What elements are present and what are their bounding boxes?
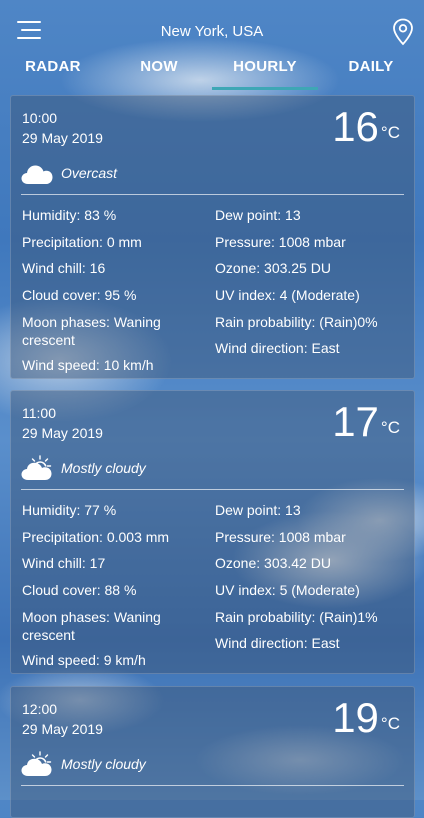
dew-point: Dew point: 13 xyxy=(215,207,301,223)
divider xyxy=(21,194,404,195)
moon-phase: Moon phases: Waning crescent xyxy=(22,314,161,348)
wind-speed: Wind speed: 10 km/h xyxy=(22,357,154,373)
temperature-value: 16 xyxy=(332,103,379,150)
forecast-time: 12:00 xyxy=(22,701,58,717)
temperature: 17 °C xyxy=(332,397,400,447)
location-title: New York, USA xyxy=(160,23,264,40)
pressure: Pressure: 1008 mbar xyxy=(215,234,346,250)
tab-now[interactable]: NOW xyxy=(106,58,212,86)
tab-bar: RADAR NOW HOURLY DAILY xyxy=(0,56,424,90)
temperature: 16 °C xyxy=(332,102,400,152)
tab-daily[interactable]: DAILY xyxy=(318,58,424,86)
precipitation: Precipitation: 0 mm xyxy=(22,234,142,250)
forecast-time: 10:00 xyxy=(22,110,58,126)
rain-probability: Rain probability: (Rain)0% xyxy=(215,314,378,330)
wind-speed: Wind speed: 9 km/h xyxy=(22,652,146,668)
temperature: 19 °C xyxy=(332,693,400,743)
wind-direction: Wind direction: East xyxy=(215,340,340,356)
uv-index: UV index: 5 (Moderate) xyxy=(215,582,360,598)
pressure: Pressure: 1008 mbar xyxy=(215,529,346,545)
forecast-date: 29 May 2019 xyxy=(22,425,103,441)
hourly-card[interactable]: 10:00 29 May 2019 16 °C Overcast Humidity… xyxy=(10,95,415,379)
temperature-unit: °C xyxy=(380,714,400,733)
rain-probability: Rain probability: (Rain)1% xyxy=(215,609,378,625)
wind-chill: Wind chill: 17 xyxy=(22,555,106,571)
forecast-date: 29 May 2019 xyxy=(22,721,103,737)
temperature-unit: °C xyxy=(380,123,400,142)
sun-behind-cloud-icon xyxy=(20,455,54,483)
temperature-value: 19 xyxy=(332,694,379,741)
dew-point: Dew point: 13 xyxy=(215,502,301,518)
ozone: Ozone: 303.25 DU xyxy=(215,260,331,276)
divider xyxy=(21,489,404,490)
forecast-date: 29 May 2019 xyxy=(22,130,103,146)
moon-phase: Moon phases: Waning crescent xyxy=(22,609,161,643)
condition-text: Overcast xyxy=(61,165,118,181)
condition-text: Mostly cloudy xyxy=(61,460,146,476)
humidity: Humidity: 77 % xyxy=(22,502,117,518)
uv-index: UV index: 4 (Moderate) xyxy=(215,287,360,303)
hourly-card[interactable]: 11:00 29 May 2019 17 °C Mostly cloudy Hum… xyxy=(10,390,415,674)
active-tab-indicator xyxy=(212,87,318,90)
humidity: Humidity: 83 % xyxy=(22,207,117,223)
hourly-card[interactable]: 12:00 29 May 2019 19 °C Mostly cloudy xyxy=(10,686,415,818)
sun-behind-cloud-icon xyxy=(20,751,54,779)
cloud-cover: Cloud cover: 95 % xyxy=(22,287,137,303)
precipitation: Precipitation: 0.003 mm xyxy=(22,529,170,545)
wind-chill: Wind chill: 16 xyxy=(22,260,106,276)
cloud-icon xyxy=(20,160,54,188)
map-pin-icon[interactable] xyxy=(392,18,414,46)
top-bar: New York, USA xyxy=(0,0,424,60)
temperature-value: 17 xyxy=(332,398,379,445)
divider xyxy=(21,785,404,786)
tab-hourly[interactable]: HOURLY xyxy=(212,58,318,86)
temperature-unit: °C xyxy=(380,418,400,437)
tab-radar[interactable]: RADAR xyxy=(0,58,106,86)
ozone: Ozone: 303.42 DU xyxy=(215,555,331,571)
wind-direction: Wind direction: East xyxy=(215,635,340,651)
condition-text: Mostly cloudy xyxy=(61,756,146,772)
forecast-time: 11:00 xyxy=(22,405,56,421)
cloud-cover: Cloud cover: 88 % xyxy=(22,582,137,598)
